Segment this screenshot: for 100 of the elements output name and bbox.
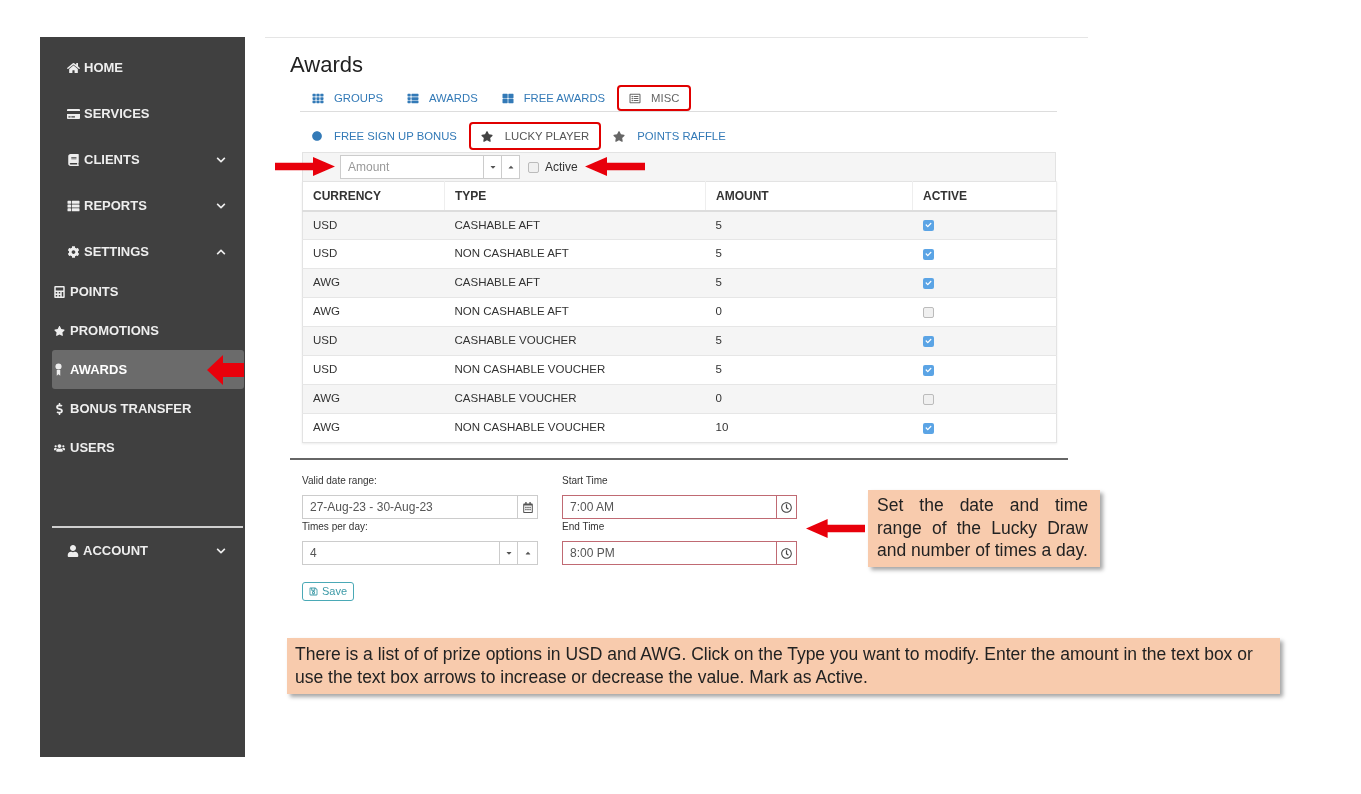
table-cell: USD (302, 239, 445, 269)
dollar-icon (54, 402, 65, 415)
check-icon (924, 367, 932, 373)
tab[interactable]: MISC (617, 85, 692, 111)
table-cell: USD (302, 326, 445, 356)
table-cell: 10 (705, 413, 913, 443)
check-icon (924, 338, 932, 344)
grid-icon (312, 92, 324, 104)
checkbox[interactable] (922, 422, 934, 434)
right-arrow-icon (275, 157, 335, 176)
increment-button[interactable] (518, 541, 538, 565)
checkbox-label: Active (545, 159, 578, 176)
nav-item[interactable]: PROMOTIONS (52, 311, 244, 350)
table-cell: 5 (705, 326, 913, 356)
checkbox[interactable] (528, 161, 539, 173)
left-arrow-icon (207, 355, 244, 385)
tab[interactable]: LUCKY PLAYER (468, 122, 602, 150)
callout: There is a list of of prize options in USD and AWG. Click on the Type you want to modify. Enter the amount in the text box or use the text box arrows to increase or decrease the value. Mark as Active. (287, 637, 1280, 694)
list-icon (406, 92, 419, 104)
increment-button[interactable] (502, 155, 520, 179)
column-header: CURRENCY (302, 181, 445, 211)
time-field[interactable]: 7:00 AM (562, 495, 777, 519)
star-icon (613, 130, 626, 142)
table-cell: 5 (705, 355, 913, 385)
check-icon (924, 425, 932, 431)
table-cell: CASHABLE AFT (444, 210, 706, 240)
table-cell: AWG (302, 297, 445, 327)
table-cell: USD (302, 355, 445, 385)
nav-item[interactable]: REPORTS (40, 183, 245, 229)
star-icon (480, 130, 493, 142)
table-cell: 5 (705, 239, 913, 269)
tab[interactable]: FREE AWARDS (489, 85, 618, 111)
column-header: AMOUNT (705, 181, 913, 211)
checkbox[interactable] (922, 219, 934, 231)
check-icon (924, 222, 932, 229)
table-cell: 5 (705, 268, 913, 298)
calendar-icon (522, 501, 533, 513)
check-icon (924, 280, 932, 286)
check-icon (924, 251, 932, 257)
table-cell: NON CASHABLE VOUCHER (444, 413, 706, 443)
list-box-icon (629, 92, 642, 104)
clock-button[interactable] (777, 495, 797, 519)
nav-item[interactable]: POINTS (52, 272, 244, 311)
nav-item[interactable]: BONUS TRANSFER (52, 389, 244, 428)
table-cell: 5 (705, 210, 913, 240)
table-cell: CASHABLE AFT (444, 268, 706, 298)
star-icon (54, 324, 65, 337)
table-cell: 0 (705, 384, 913, 414)
list-icon (67, 200, 80, 212)
column-header: ACTIVE (912, 181, 1057, 211)
clock-icon (781, 547, 792, 559)
field-label: End Time (562, 520, 606, 534)
field-label: Start Time (562, 474, 609, 488)
calendar-button[interactable] (518, 495, 538, 519)
tab[interactable]: POINTS RAFFLE (601, 122, 738, 150)
tab[interactable]: FREE SIGN UP BONUS (300, 122, 469, 150)
field-label: Valid date range: (302, 474, 378, 488)
caret-up-icon (507, 163, 514, 171)
clock-button[interactable] (777, 541, 797, 565)
table-cell: NON CASHABLE AFT (444, 239, 706, 269)
amount-field[interactable]: Amount (340, 155, 484, 179)
nav-item[interactable]: AWARDS (52, 350, 244, 389)
nav-item[interactable]: SERVICES (40, 91, 245, 137)
nav-item[interactable]: CLIENTS (40, 137, 245, 183)
nav-item[interactable]: ACCOUNT (40, 528, 245, 574)
checkbox[interactable] (922, 393, 934, 405)
date-range-field[interactable]: 27-Aug-23 - 30-Aug-23 (302, 495, 518, 519)
nav-item[interactable]: USERS (52, 428, 244, 467)
tiles-icon (501, 92, 514, 104)
table-cell: AWG (302, 268, 445, 298)
table-cell: NON CASHABLE AFT (444, 297, 706, 327)
nav-item[interactable]: SETTINGS (40, 229, 245, 275)
checkbox[interactable] (922, 277, 934, 289)
field-label: Times per day: (302, 520, 369, 534)
settings-icon (67, 246, 80, 258)
caret-down-icon (489, 163, 496, 171)
table-cell: AWG (302, 413, 445, 443)
decrement-button[interactable] (500, 541, 518, 565)
time-field[interactable]: 8:00 PM (562, 541, 777, 565)
number-field[interactable]: 4 (302, 541, 500, 565)
tab[interactable]: GROUPS (300, 85, 395, 111)
card-icon (67, 108, 80, 120)
nav-item[interactable]: HOME (40, 45, 245, 91)
checkbox[interactable] (922, 306, 934, 318)
left-arrow-icon (806, 518, 865, 538)
clock-icon (781, 501, 792, 513)
checkbox[interactable] (922, 364, 934, 376)
table-cell: CASHABLE VOUCHER (444, 326, 706, 356)
checkbox[interactable] (922, 335, 934, 347)
left-arrow-icon (585, 157, 645, 176)
caret-up-icon (524, 549, 531, 557)
table-cell: 0 (705, 297, 913, 327)
table-cell: CASHABLE VOUCHER (444, 384, 706, 414)
checkbox[interactable] (922, 248, 934, 260)
table-cell: USD (302, 210, 445, 240)
users-icon (54, 441, 65, 454)
medal-icon (55, 363, 62, 376)
decrement-button[interactable] (484, 155, 502, 179)
calculator-icon (54, 285, 65, 298)
tab[interactable]: AWARDS (394, 85, 490, 111)
